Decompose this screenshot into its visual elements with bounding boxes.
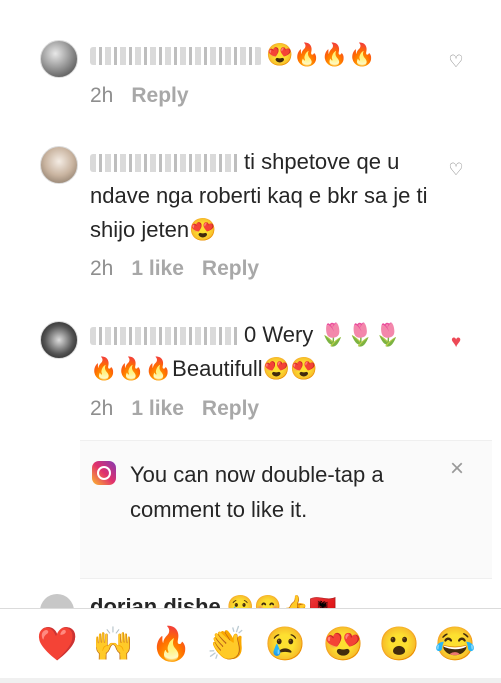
comment-time: 2h [90, 397, 114, 420]
avatar[interactable] [40, 594, 74, 608]
raised-hands-emoji-button[interactable]: 🙌 [92, 623, 134, 665]
tip-text: You can now double-tap a comment to like… [130, 462, 384, 522]
clap-emoji-button[interactable]: 👏 [206, 623, 248, 665]
reply-button[interactable]: Reply [131, 84, 188, 107]
reply-button[interactable]: Reply [202, 257, 259, 280]
liked-heart-icon[interactable]: ♥ [447, 333, 465, 351]
comment-time: 2h [90, 257, 114, 280]
avatar[interactable] [40, 40, 78, 78]
crying-emoji-button[interactable]: 😢 [264, 623, 306, 665]
avatar[interactable] [40, 146, 78, 184]
like-heart-icon[interactable]: ♡ [447, 53, 465, 71]
heart-emoji-button[interactable]: ❤️ [36, 623, 78, 665]
heart-eyes-emoji-button[interactable]: 😍 [322, 623, 364, 665]
reply-button[interactable]: Reply [202, 397, 259, 420]
username-redacted[interactable] [90, 154, 240, 173]
surprised-emoji-button[interactable]: 😮 [378, 623, 420, 665]
like-heart-icon[interactable]: ♡ [447, 161, 465, 179]
username-redacted[interactable] [90, 47, 262, 66]
like-count[interactable]: 1 like [131, 257, 184, 280]
emoji-quick-bar: ❤️ 🙌 🔥 👏 😢 😍 😮 😂 [0, 608, 501, 679]
instagram-icon [92, 461, 116, 485]
username-redacted[interactable] [90, 327, 240, 346]
comment-input-edge [0, 678, 501, 683]
username[interactable]: dorian dishe [90, 594, 221, 608]
fire-emoji-button[interactable]: 🔥 [150, 623, 192, 665]
double-tap-tip: You can now double-tap a comment to like… [80, 440, 492, 579]
avatar[interactable] [40, 321, 78, 359]
comment-text: 😍🔥🔥🔥 [266, 42, 376, 67]
comment-text: 😢😊👍🇦🇱 [226, 594, 337, 608]
comment-time: 2h [90, 84, 114, 107]
close-icon[interactable]: × [450, 457, 464, 481]
laughing-emoji-button[interactable]: 😂 [434, 623, 476, 665]
partial-comment: dorian dishe 😢😊👍🇦🇱 [0, 590, 501, 608]
like-count[interactable]: 1 like [131, 397, 184, 420]
